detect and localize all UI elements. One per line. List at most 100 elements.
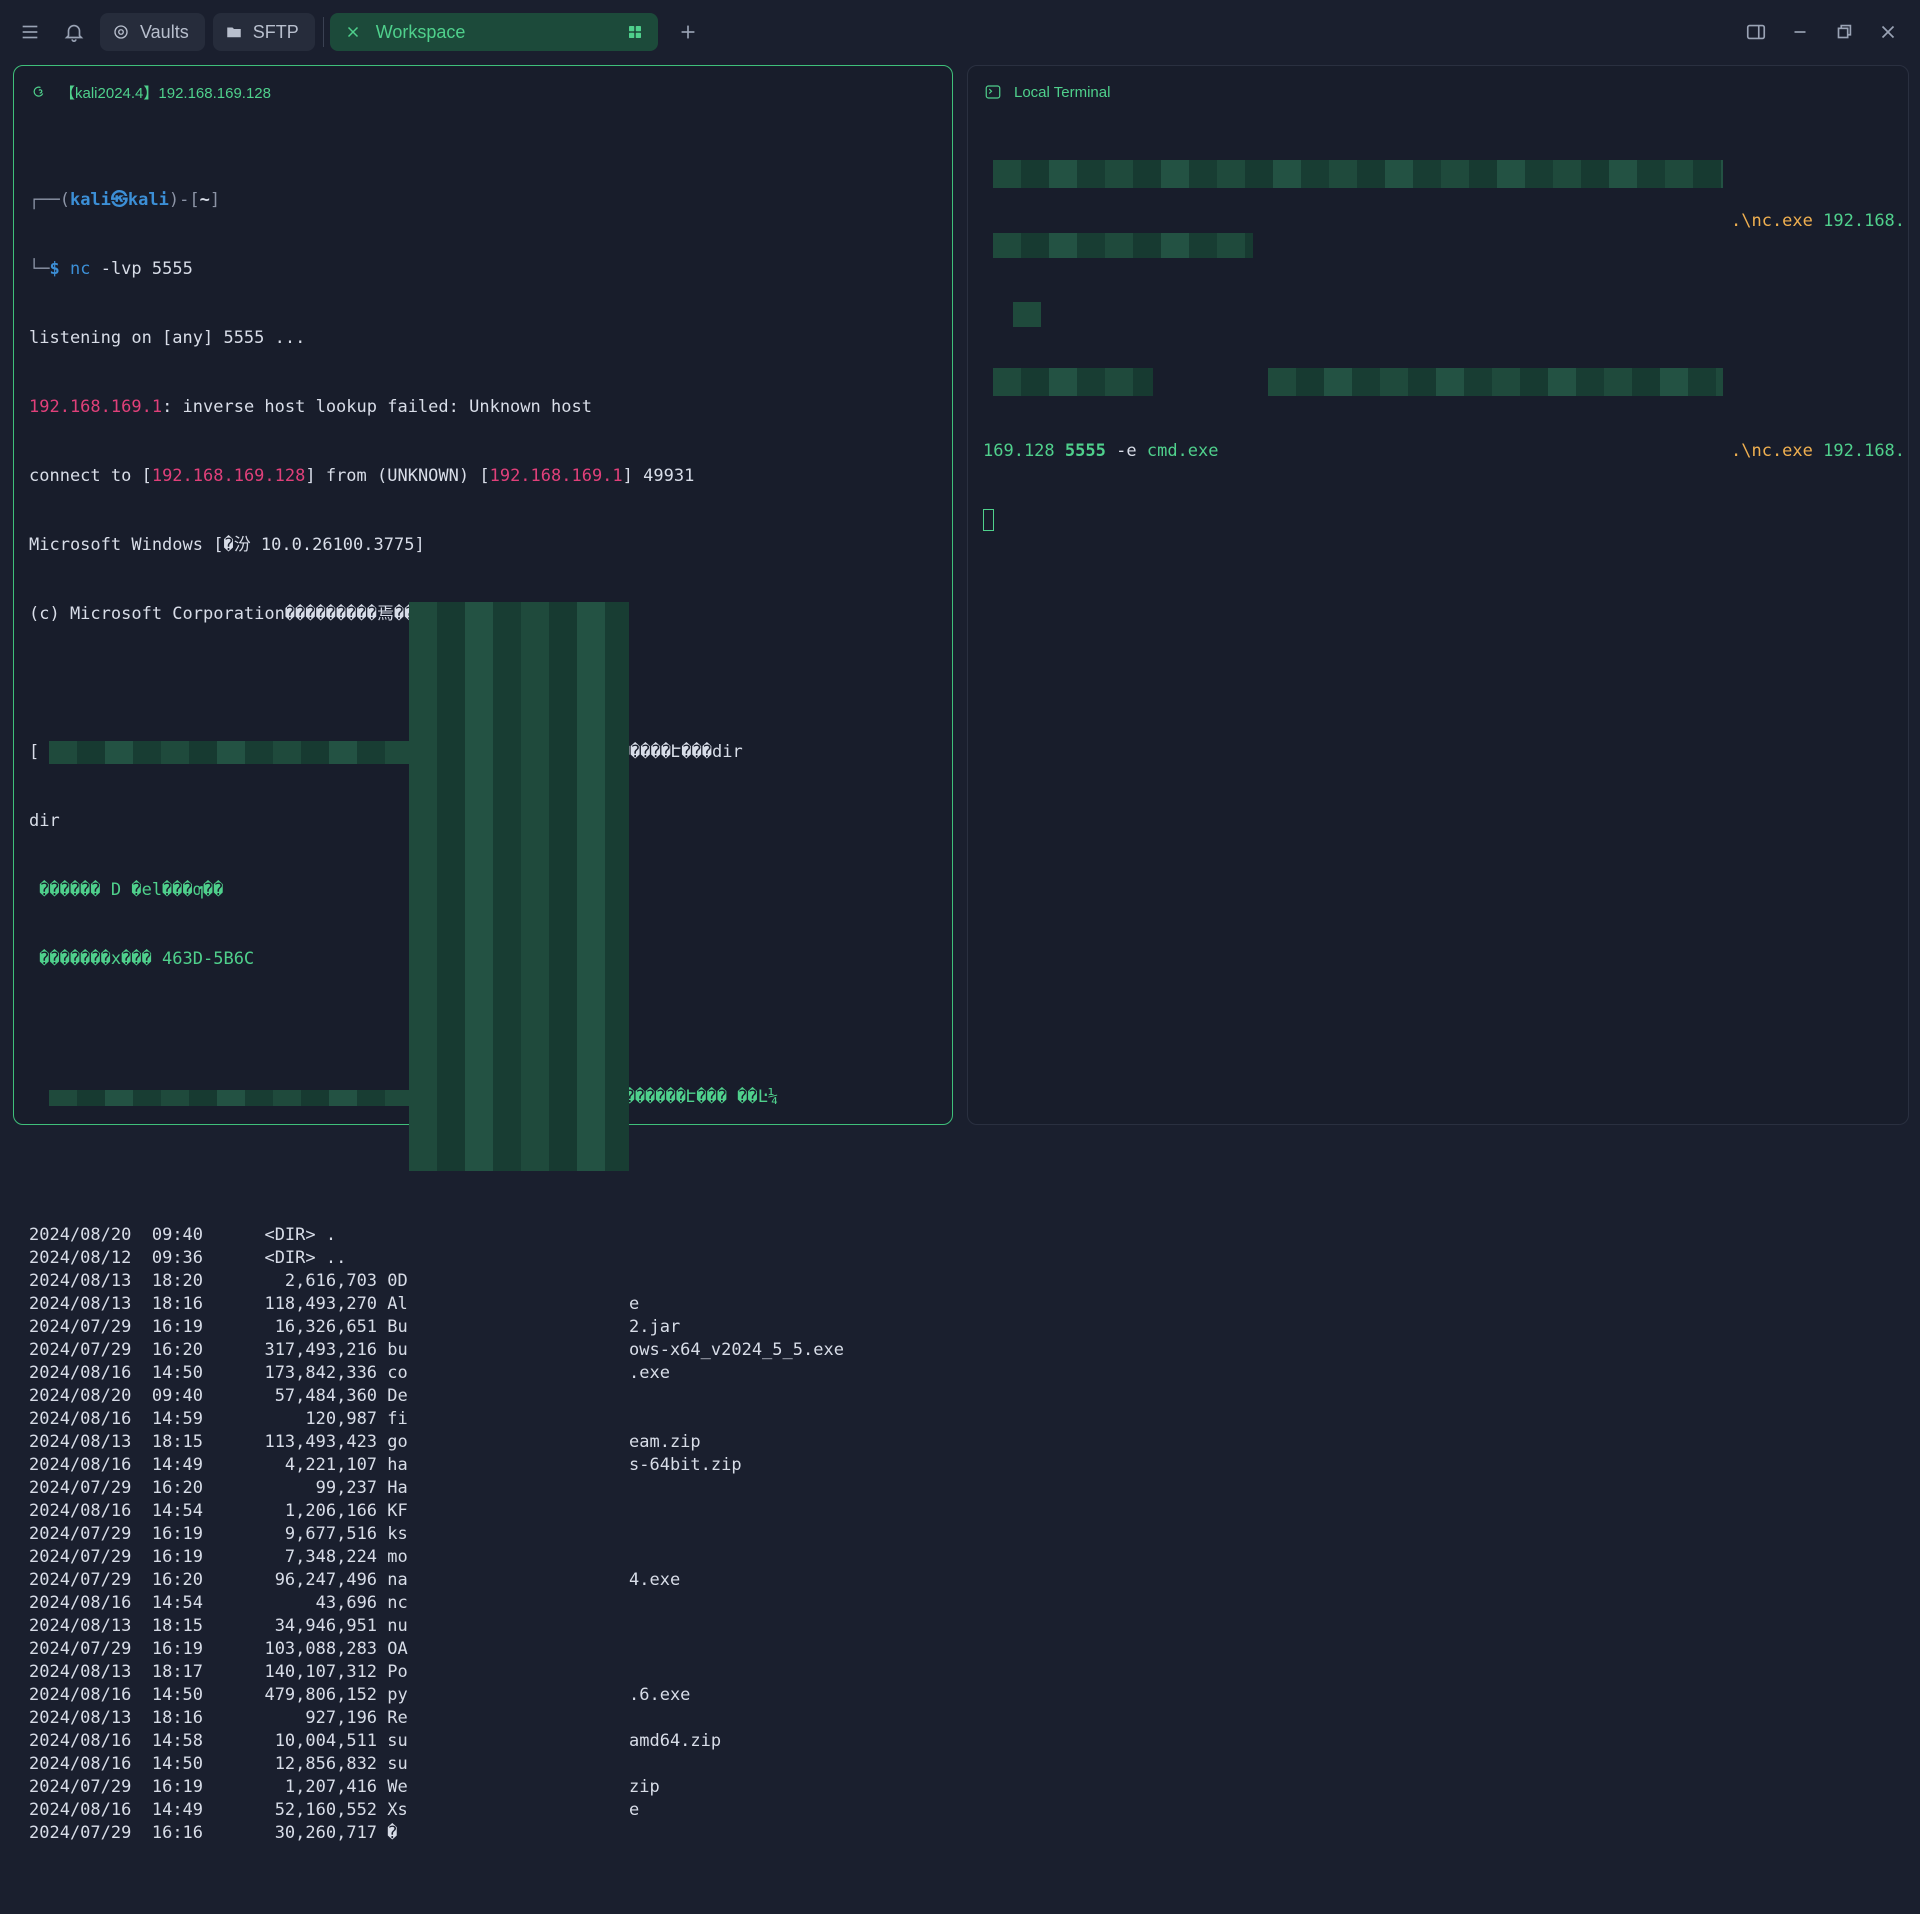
row-date: 2024/07/29 bbox=[29, 1777, 132, 1797]
row-time: 14:58 bbox=[151, 1731, 204, 1751]
row-name-tail: .exe bbox=[629, 1363, 670, 1383]
prompt-line-2: └─$ nc -lvp 5555 bbox=[29, 259, 193, 279]
tab-workspace[interactable]: Workspace bbox=[329, 13, 658, 51]
ssh-terminal-pane[interactable]: 【kali2024.4】192.168.169.128 ┌──(kali㉿kal… bbox=[13, 65, 953, 1843]
row-time: 14:54 bbox=[151, 1501, 204, 1521]
listening-line: listening on [any] 5555 ... bbox=[29, 328, 306, 348]
dir-listing-row: 2024/08/12 09:36 <DIR> .. bbox=[29, 1247, 937, 1270]
row-date: 2024/07/29 bbox=[29, 1478, 132, 1498]
row-date: 2024/08/16 bbox=[29, 1501, 132, 1521]
row-name: mo bbox=[387, 1547, 408, 1567]
row-date: 2024/07/29 bbox=[29, 1639, 132, 1659]
dir-listing-row: 2024/07/29 16:20 96,247,496 na 4.exe bbox=[29, 1569, 937, 1592]
title-bar: Vaults SFTP Workspace bbox=[0, 0, 1920, 64]
prompt-cmd: nc bbox=[69, 259, 91, 279]
row-size: 99,237 bbox=[233, 1478, 378, 1498]
vault-icon bbox=[114, 25, 128, 39]
bell-icon[interactable] bbox=[52, 10, 96, 54]
dir-listing-row: 2024/08/13 18:16 927,196 Re bbox=[29, 1707, 937, 1730]
row-name-tail: .6.exe bbox=[629, 1685, 691, 1705]
row-size: 52,160,552 bbox=[233, 1800, 378, 1820]
restore-icon[interactable] bbox=[1822, 10, 1866, 54]
row-name: KF bbox=[387, 1501, 408, 1521]
row-date: 2024/08/20 bbox=[29, 1225, 132, 1245]
dir-prompt-prefix: [ bbox=[29, 742, 40, 762]
tab-vaults-label: Vaults bbox=[140, 21, 189, 42]
row-name: Xs bbox=[387, 1800, 408, 1820]
tab-vaults[interactable]: Vaults bbox=[100, 13, 205, 51]
row-size: 118,493,270 bbox=[233, 1294, 378, 1314]
row-time: 18:17 bbox=[151, 1662, 204, 1682]
row-date: 2024/08/13 bbox=[29, 1616, 132, 1636]
row-date: 2024/08/16 bbox=[29, 1409, 132, 1429]
row-name-tail: 4.exe bbox=[629, 1570, 681, 1590]
nc-command-line-1: .\nc.exe 192.168. bbox=[983, 160, 1905, 231]
grid-icon[interactable] bbox=[626, 23, 644, 41]
row-date: 2024/07/29 bbox=[29, 1547, 132, 1567]
dir-listing-row: 2024/07/29 16:19 7,348,224 mo bbox=[29, 1546, 937, 1569]
row-time: 16:19 bbox=[151, 1547, 204, 1567]
row-time: 16:16 bbox=[151, 1823, 204, 1843]
row-size: <DIR> bbox=[233, 1225, 316, 1245]
row-size: 479,806,152 bbox=[233, 1685, 378, 1705]
dir-listing: 2024/08/20 09:40 <DIR> . 2024/08/12 09:36… bbox=[29, 1224, 937, 1845]
nc-command-line-2: .\nc.exe 192.168. bbox=[983, 368, 1905, 461]
row-date: 2024/08/16 bbox=[29, 1685, 132, 1705]
row-size: 103,088,283 bbox=[233, 1639, 378, 1659]
new-tab-icon[interactable] bbox=[666, 10, 710, 54]
minimize-icon[interactable] bbox=[1778, 10, 1822, 54]
row-name: 0D bbox=[387, 1271, 408, 1291]
cont-prog: cmd.exe bbox=[1146, 441, 1219, 461]
dir-listing-row: 2024/08/20 09:40 <DIR> . bbox=[29, 1224, 937, 1247]
row-time: 16:20 bbox=[151, 1340, 204, 1360]
dir-listing-row: 2024/07/29 16:19 103,088,283 OA bbox=[29, 1638, 937, 1661]
row-time: 16:19 bbox=[151, 1777, 204, 1797]
close-tab-icon[interactable] bbox=[344, 23, 362, 41]
menu-icon[interactable] bbox=[8, 10, 52, 54]
connect-line: connect to [192.168.169.128] from (UNKNO… bbox=[29, 465, 937, 488]
ssh-terminal-output[interactable]: ┌──(kali㉿kali)-[~] └─$ nc -lvp 5555 list… bbox=[14, 118, 952, 1914]
dir-listing-row: 2024/08/13 18:15 113,493,423 go eam.zip bbox=[29, 1431, 937, 1454]
row-time: 16:19 bbox=[151, 1524, 204, 1544]
row-size: 57,484,360 bbox=[233, 1386, 378, 1406]
row-time: 09:36 bbox=[151, 1248, 204, 1268]
row-date: 2024/08/13 bbox=[29, 1432, 132, 1452]
local-terminal-pane[interactable]: Local Terminal .\nc.exe 192.168. .\nc.ex… bbox=[967, 65, 1909, 1125]
dir-listing-row: 2024/07/29 16:19 16,326,651 Bu 2.jar bbox=[29, 1316, 937, 1339]
ssh-pane-header: 【kali2024.4】192.168.169.128 bbox=[14, 66, 952, 118]
row-size: 113,493,423 bbox=[233, 1432, 378, 1452]
dir-listing-row: 2024/07/29 16:19 1,207,416 We zip bbox=[29, 1776, 937, 1799]
row-size: 10,004,511 bbox=[233, 1731, 378, 1751]
row-size: 34,946,951 bbox=[233, 1616, 378, 1636]
dir-listing-row: 2024/08/16 14:49 52,160,552 Xs e bbox=[29, 1799, 937, 1822]
sidebar-toggle-icon[interactable] bbox=[1734, 10, 1778, 54]
row-date: 2024/08/16 bbox=[29, 1455, 132, 1475]
row-name: Ha bbox=[387, 1478, 408, 1498]
row-name: bu bbox=[387, 1340, 408, 1360]
tab-sftp[interactable]: SFTP bbox=[212, 13, 315, 51]
close-window-icon[interactable] bbox=[1866, 10, 1910, 54]
row-name-tail: s-64bit.zip bbox=[629, 1455, 742, 1475]
row-name: OA bbox=[387, 1639, 408, 1659]
redacted-line bbox=[983, 233, 1893, 258]
row-time: 16:20 bbox=[151, 1478, 204, 1498]
row-name-tail: zip bbox=[629, 1777, 660, 1797]
row-name-tail: ows-x64_v2024_5_5.exe bbox=[629, 1340, 844, 1360]
row-time: 14:50 bbox=[151, 1363, 204, 1383]
row-name: fi bbox=[387, 1409, 408, 1429]
row-name: De bbox=[387, 1386, 408, 1406]
dir-listing-row: 2024/08/13 18:15 34,946,951 nu bbox=[29, 1615, 937, 1638]
prompt-user: kali㉿kali bbox=[69, 190, 169, 210]
row-size: 30,260,717 bbox=[233, 1823, 378, 1843]
row-time: 16:19 bbox=[151, 1639, 204, 1659]
row-size: 140,107,312 bbox=[233, 1662, 378, 1682]
row-date: 2024/08/16 bbox=[29, 1800, 132, 1820]
row-name: su bbox=[387, 1754, 408, 1774]
row-name: Re bbox=[387, 1708, 408, 1728]
row-date: 2024/07/29 bbox=[29, 1570, 132, 1590]
row-size: 317,493,216 bbox=[233, 1340, 378, 1360]
lookup-line: 192.168.169.1: inverse host lookup faile… bbox=[29, 396, 937, 419]
row-name: .. bbox=[325, 1248, 347, 1268]
local-terminal-output[interactable]: .\nc.exe 192.168. .\nc.exe 192.168. 169.… bbox=[968, 118, 1908, 578]
local-pane-header: Local Terminal bbox=[968, 66, 1908, 118]
